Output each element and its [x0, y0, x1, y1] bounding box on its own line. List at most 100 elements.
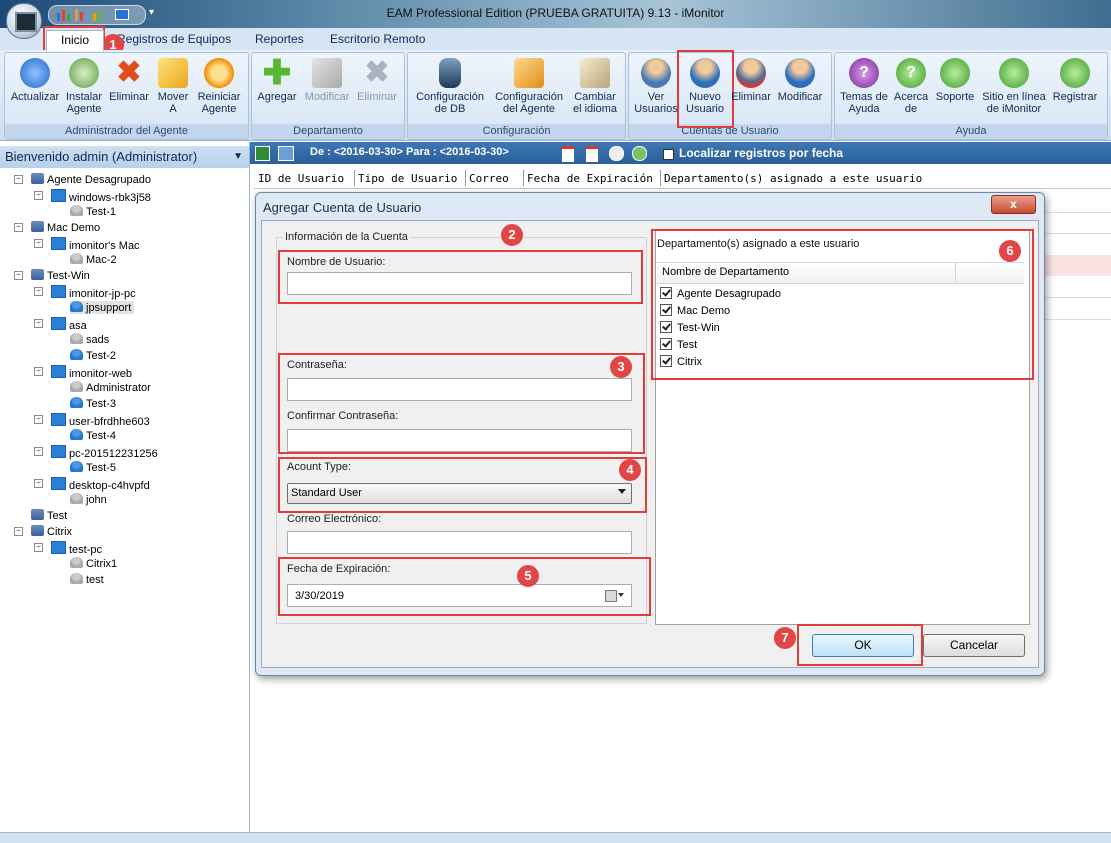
tab-inicio[interactable]: Inicio — [46, 30, 104, 51]
tree-node[interactable]: asa — [51, 317, 87, 332]
actualizar-button[interactable]: Actualizar — [8, 58, 62, 103]
acerca-de-button[interactable]: ? Acerca de — [892, 58, 930, 115]
tree-node[interactable]: imonitor's Mac — [51, 237, 140, 252]
modificar-departamento-button[interactable]: Modificar — [300, 58, 354, 103]
calendar-start-icon[interactable] — [562, 146, 574, 162]
button-label: Mover — [157, 91, 189, 103]
tree-node[interactable]: sads — [70, 333, 109, 346]
soporte-button[interactable]: Soporte — [932, 58, 978, 103]
tree-label: Administrator — [86, 382, 151, 394]
registrar-button[interactable]: Registrar — [1050, 58, 1100, 103]
computer-icon — [51, 189, 66, 202]
column-correo[interactable]: Correo — [469, 172, 509, 185]
collapse-icon[interactable]: − — [34, 479, 43, 488]
account-info-legend: Información de la Cuenta — [283, 231, 410, 243]
column-fecha-expiracion[interactable]: Fecha de Expiración — [527, 172, 653, 185]
instalar-agente-button[interactable]: Instalar Agente — [62, 58, 106, 115]
eliminar-usuario-button[interactable]: Eliminar — [729, 58, 773, 103]
tree-node[interactable]: Test-2 — [70, 349, 116, 362]
agent-settings-icon — [514, 58, 544, 88]
go-icon[interactable] — [632, 146, 647, 161]
localizar-checkbox[interactable] — [663, 149, 674, 160]
tree-node[interactable]: imonitor-web — [51, 365, 132, 380]
tree-node[interactable]: desktop-c4hvpfd — [51, 477, 150, 492]
collapse-icon[interactable]: − — [34, 191, 43, 200]
tree-node[interactable]: test — [70, 573, 104, 586]
tree-node[interactable]: Administrator — [70, 381, 151, 394]
tree-node[interactable]: Agente Desagrupado — [31, 173, 151, 186]
tree-node[interactable]: Citrix — [31, 525, 72, 538]
left-panel-header[interactable]: Bienvenido admin (Administrator) ▼ — [0, 146, 249, 168]
collapse-icon[interactable]: − — [14, 223, 23, 232]
tree-node[interactable]: Mac Demo — [31, 221, 100, 234]
tree-node[interactable]: windows-rbk3j58 — [51, 189, 151, 204]
clock-icon[interactable] — [609, 146, 624, 161]
tree-node[interactable]: Mac-2 — [70, 253, 117, 266]
app-logo-icon[interactable] — [6, 3, 42, 39]
tree-node[interactable]: Test-1 — [70, 205, 116, 218]
sitio-en-linea-button[interactable]: Sitio en línea de iMonitor — [978, 58, 1050, 115]
tree-node[interactable]: Test-3 — [70, 397, 116, 410]
collapse-icon[interactable]: − — [34, 239, 43, 248]
tree-node[interactable]: pc-201512231256 — [51, 445, 158, 460]
highlight-ok — [797, 624, 923, 666]
group-label: Ayuda — [835, 124, 1107, 139]
eliminar-agente-button[interactable]: ✖ Eliminar — [107, 58, 151, 104]
collapse-icon[interactable]: − — [14, 271, 23, 280]
collapse-icon[interactable]: − — [14, 527, 23, 536]
cambiar-idioma-button[interactable]: Cambiar el idioma — [569, 58, 621, 115]
temas-ayuda-button[interactable]: ? Temas de Ayuda — [838, 58, 890, 115]
email-input[interactable] — [287, 531, 632, 554]
configuracion-db-button[interactable]: Configuración de DB — [412, 58, 488, 115]
tab-registros-equipos[interactable]: Registros de Equipos — [117, 32, 231, 46]
button-label: Instalar — [65, 91, 103, 103]
tree-label: Citrix1 — [86, 558, 118, 570]
quick-access-toolbar[interactable]: ▾ — [48, 5, 154, 25]
collapse-icon[interactable]: − — [34, 287, 43, 296]
eliminar-departamento-button[interactable]: ✖ Eliminar — [354, 58, 400, 104]
user-icon — [70, 333, 83, 344]
collapse-icon[interactable]: − — [34, 543, 43, 552]
column-id-usuario[interactable]: ID de Usuario — [258, 172, 344, 185]
ver-usuarios-button[interactable]: Ver Usuarios — [632, 58, 680, 115]
collapse-icon[interactable]: − — [14, 175, 23, 184]
configuracion-agente-button[interactable]: Configuración del Agente — [490, 58, 568, 115]
tree-label: test — [86, 574, 104, 586]
close-icon[interactable]: x — [991, 195, 1036, 214]
dropdown-arrow-icon[interactable]: ▼ — [233, 146, 243, 168]
tree-node[interactable]: Test-4 — [70, 429, 116, 442]
collapse-icon[interactable]: − — [34, 447, 43, 456]
dialog-title: Agregar Cuenta de Usuario — [263, 200, 422, 215]
tree-node-selected[interactable]: jpsupport — [70, 301, 135, 314]
reiniciar-agente-button[interactable]: Reiniciar Agente — [194, 58, 244, 115]
tree-node[interactable]: john — [70, 493, 107, 506]
tree-node[interactable]: user-bfrdhhe603 — [51, 413, 150, 428]
tree-node[interactable]: Test-5 — [70, 461, 116, 474]
screen-icon[interactable] — [278, 146, 294, 161]
collapse-icon[interactable]: − — [34, 319, 43, 328]
column-departamentos[interactable]: Departamento(s) asignado a este usuario — [664, 172, 922, 185]
tree-node[interactable]: imonitor-jp-pc — [51, 285, 136, 300]
calendar-end-icon[interactable] — [586, 146, 598, 162]
collapse-icon[interactable]: − — [34, 415, 43, 424]
user-icon — [70, 461, 83, 472]
tab-escritorio-remoto[interactable]: Escritorio Remoto — [330, 32, 425, 46]
tree-node[interactable]: Citrix1 — [70, 557, 117, 570]
button-label: Registrar — [1052, 91, 1098, 103]
tab-reportes[interactable]: Reportes — [255, 32, 304, 46]
tree-node[interactable]: test-pc — [51, 541, 102, 556]
tree-node[interactable]: Test — [31, 509, 67, 522]
cancel-button[interactable]: Cancelar — [923, 634, 1025, 657]
table-row[interactable] — [1044, 255, 1111, 276]
modificar-usuario-button[interactable]: Modificar — [773, 58, 827, 103]
collapse-icon[interactable]: − — [34, 367, 43, 376]
status-bar — [0, 832, 1111, 843]
column-tipo-usuario[interactable]: Tipo de Usuario — [358, 172, 457, 185]
excel-export-icon[interactable] — [255, 146, 270, 161]
customize-arrow-icon[interactable]: ▾ — [149, 7, 154, 18]
tree-node[interactable]: Test-Win — [31, 269, 90, 282]
agregar-departamento-button[interactable]: ✚ Agregar — [254, 56, 300, 103]
mover-a-button[interactable]: Mover A — [152, 58, 194, 115]
button-label: Ayuda — [848, 103, 880, 115]
edit-user-icon — [785, 58, 815, 88]
